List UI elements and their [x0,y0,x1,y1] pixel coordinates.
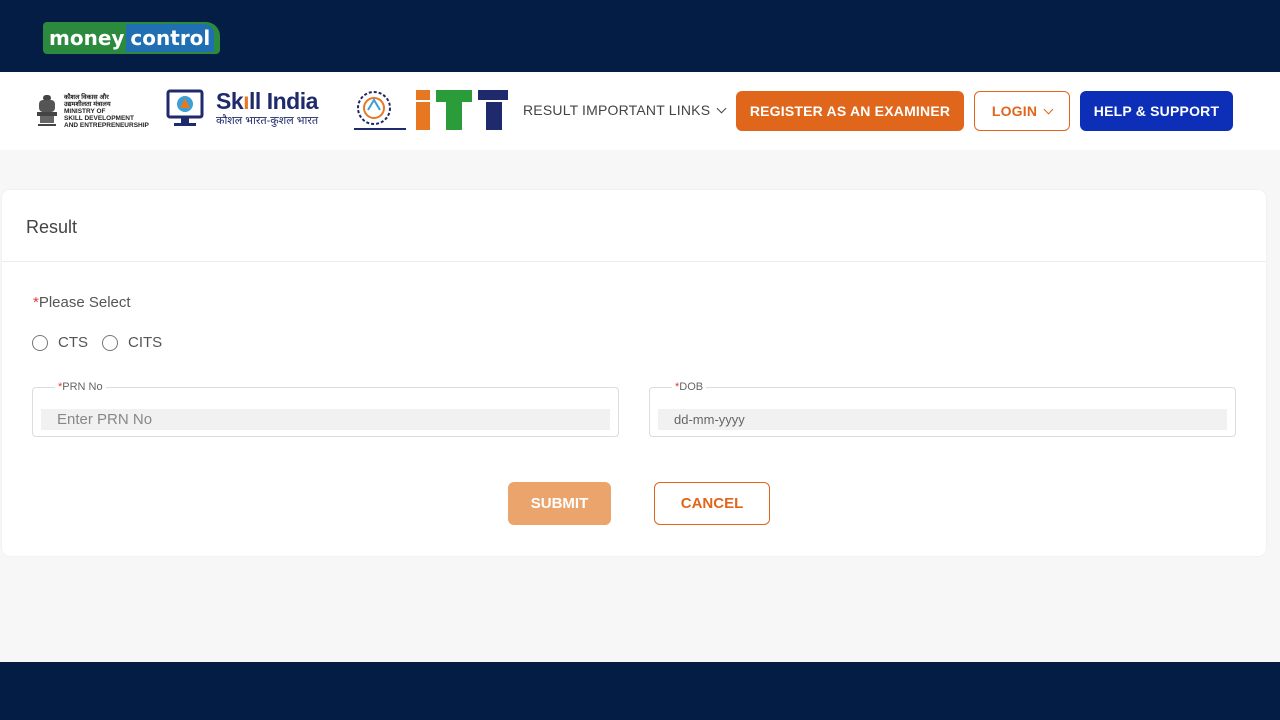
radio-option-cits[interactable]: CITS [102,334,162,351]
card-title: Result [26,217,78,237]
dob-field: *DOB dd-mm-yyyy [649,381,1236,437]
dgt-logo-icon [354,91,406,130]
login-button[interactable]: LOGIN [974,91,1070,131]
radio-cits[interactable] [102,334,118,351]
radio-cits-label: CITS [128,334,163,351]
prn-label-text: PRN No [62,381,103,393]
please-select-text: Please Select [38,294,131,311]
course-type-radio-group: CTS CITS [32,334,176,351]
moneycontrol-logo: money control [43,22,221,54]
digital-monitor-logo-icon [166,89,204,126]
bottom-banner [0,662,1280,720]
national-emblem-icon [37,95,57,126]
prn-label: *PRN No [55,381,106,393]
msde-line-3: MINISTRY OF [64,107,106,115]
login-label: LOGIN [991,103,1038,119]
msde-line-5: AND ENTREPRENEURSHIP [64,121,149,129]
msde-logo[interactable]: कौशल विकास और उद्यमशीलता मंत्रालय MINIST… [34,90,158,132]
cancel-button[interactable]: CANCEL [654,482,770,525]
msde-line-1: कौशल विकास और [64,93,109,101]
dob-input[interactable]: dd-mm-yyyy [658,409,1227,430]
radio-cts[interactable] [32,334,48,351]
logo-part-money: money [49,26,125,50]
chevron-down-icon [1043,104,1054,114]
register-examiner-button[interactable]: REGISTER AS AN EXAMINER [736,91,964,131]
dob-label: *DOB [672,381,707,393]
nav-important-links-label: IMPORTANT LINKS [582,102,711,118]
help-support-button[interactable]: HELP & SUPPORT [1080,91,1233,131]
logo-part-control: control [126,24,215,52]
card-divider [2,261,1266,262]
radio-option-cts[interactable]: CTS [32,334,88,351]
dob-label-text: DOB [679,381,704,393]
skill-india-title-a: Sk [216,88,244,114]
please-select-label: *Please Select [33,294,131,311]
msde-line-4: SKILL DEVELOPMENT [64,114,134,122]
nav-important-links[interactable]: IMPORTANT LINKS [582,102,727,118]
prn-field: *PRN No Enter PRN No [32,381,619,437]
submit-button[interactable]: SUBMIT [508,482,611,525]
result-card [2,190,1266,556]
skill-india-title-b: ll India [249,88,318,114]
iti-logo-icon [416,90,508,130]
skill-india-logo: Skıll India कौशल भारत-कुशल भारत [216,88,332,132]
radio-cts-label: CTS [58,334,88,351]
msde-line-2: उद्यमशीलता मंत्रालय [64,100,111,108]
nav-result[interactable]: RESULT [523,102,578,118]
skill-india-subtitle: कौशल भारत-कुशल भारत [216,115,319,127]
prn-input[interactable]: Enter PRN No [41,409,610,430]
chevron-down-icon [716,103,727,113]
